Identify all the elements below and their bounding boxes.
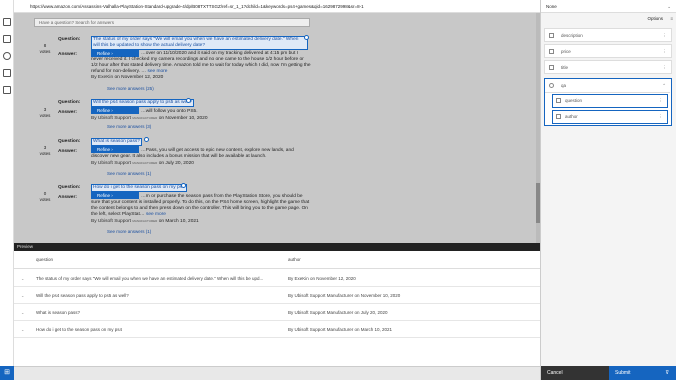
preview-header: Preview [14,243,540,251]
question-link[interactable]: Will the ps4 season pass apply to ps5 as… [91,99,194,107]
page-icon[interactable] [3,18,11,26]
chevron-up-icon[interactable]: ⌃ [662,79,666,93]
field-title[interactable]: title ⋮ [544,60,672,74]
more-icon[interactable]: ⋮ [663,61,668,74]
list-icon [549,83,554,88]
selection-handle-icon[interactable] [144,137,149,142]
subfield-author[interactable]: author ⋮ [552,110,668,124]
answer-label: Answer: [58,195,77,200]
document-icon[interactable] [3,86,11,94]
table-row[interactable]: ⌄ The status of my order says "We will em… [14,270,540,287]
vote-count: 8 votes [39,43,51,54]
grid-icon[interactable]: ⊞ [0,366,14,380]
see-more-answers-link[interactable]: See more answers (1) [107,171,151,176]
list-group-qa[interactable]: qa ⌃ question ⋮ author ⋮ [544,78,672,126]
selection-handle-icon[interactable] [181,183,186,188]
answer-label: Answer: [58,149,77,154]
answer-author: By ExeKin [91,75,114,80]
answer-label: Answer: [58,110,77,115]
answer-text: …m or purchase the season pass from the … [91,194,310,224]
chevron-down-icon[interactable]: ⌄ [21,304,24,321]
selection-handle-icon[interactable] [304,35,309,40]
question-label: Question: [58,185,81,190]
answer-date: on November 12, 2020 [114,75,164,80]
preview-table-header: question author [14,251,540,269]
see-more-answers-link[interactable]: See more answers (1) [107,229,151,234]
text-field-icon [556,98,561,103]
question-link[interactable]: How do i get to the season pass on my ps… [91,184,187,192]
share-icon[interactable] [3,52,11,60]
question-label: Question: [58,100,81,105]
vote-count: 3 votes [39,107,51,118]
list-icon[interactable] [3,35,11,43]
column-author: author [288,257,301,262]
submit-button[interactable]: Submit ⊽ [609,366,676,380]
chevron-down-icon[interactable]: ⌄ [21,321,24,338]
cancel-button[interactable]: Cancel [541,366,609,380]
options-button[interactable]: Options [647,14,663,24]
vote-count: 0 votes [39,191,51,202]
panel-toolbar: Options ≡ [541,14,676,24]
question-link[interactable]: The status of my order says "We will ema… [91,36,308,50]
table-row[interactable]: ⌄ Will the ps4 season pass apply to ps5 a… [14,287,540,304]
filter-icon: ⊽ [665,370,669,376]
settings-icon[interactable]: ≡ [670,14,673,24]
see-more-link[interactable]: see more [147,69,167,74]
chevron-down-icon: ⌄ [667,4,671,9]
text-field-icon [549,33,554,38]
right-panel: None ⌄ Options ≡ description ⋮ price ⋮ titl… [540,0,676,380]
manufacturer-badge: MANUFACTURER [132,116,158,120]
more-icon[interactable]: ⋮ [659,111,664,123]
table-row[interactable]: ⌄ What is season pass? By Ubisoft Support … [14,304,540,321]
text-field-icon [549,65,554,70]
field-description[interactable]: description ⋮ [544,28,672,42]
answer-label: Answer: [58,52,77,57]
browser-viewport: Have a question? Search for answers 8 vot… [14,13,540,243]
subfield-question[interactable]: question ⋮ [552,94,668,108]
text-field-icon [556,114,561,119]
see-more-answers-link[interactable]: See more answers (25) [107,86,154,91]
preview-table: question author ⌄ The status of my order … [14,251,540,366]
chevron-down-icon[interactable]: ⌄ [21,287,24,304]
question-link[interactable]: What is season pass? [91,138,142,146]
answer-text: …Pass, you will get access to epic new c… [91,148,294,166]
preview-footer [14,366,540,380]
list-group-header[interactable]: qa ⌃ [545,79,670,93]
more-icon[interactable]: ⋮ [663,29,668,42]
table-icon[interactable] [3,69,11,77]
column-question: question [36,257,54,262]
question-label: Question: [58,37,81,42]
vote-count: 3 votes [39,145,51,156]
field-price[interactable]: price ⋮ [544,44,672,58]
chevron-down-icon[interactable]: ⌄ [21,270,24,287]
left-toolbar: ⊞ [0,0,14,380]
more-icon[interactable]: ⋮ [659,95,664,107]
question-search-input[interactable]: Have a question? Search for answers [34,18,310,27]
selector-dropdown[interactable]: None ⌄ [541,0,676,13]
selection-handle-icon[interactable] [186,98,191,103]
url-text: https://www.amazon.com/Assassins-Valhall… [30,4,364,9]
answer-text: …over on 11/10/2020 and it said on my tr… [91,51,311,80]
answer-text: …will follow you onto PS5. By Ubisoft Sup… [91,109,208,121]
see-more-answers-link[interactable]: See more answers (3) [107,124,151,129]
url-bar[interactable]: https://www.amazon.com/Assassins-Valhall… [14,0,540,13]
table-row[interactable]: ⌄ How do i get to the season pass on my p… [14,321,540,338]
more-icon[interactable]: ⋮ [663,45,668,58]
question-label: Question: [58,139,81,144]
text-field-icon [549,49,554,54]
